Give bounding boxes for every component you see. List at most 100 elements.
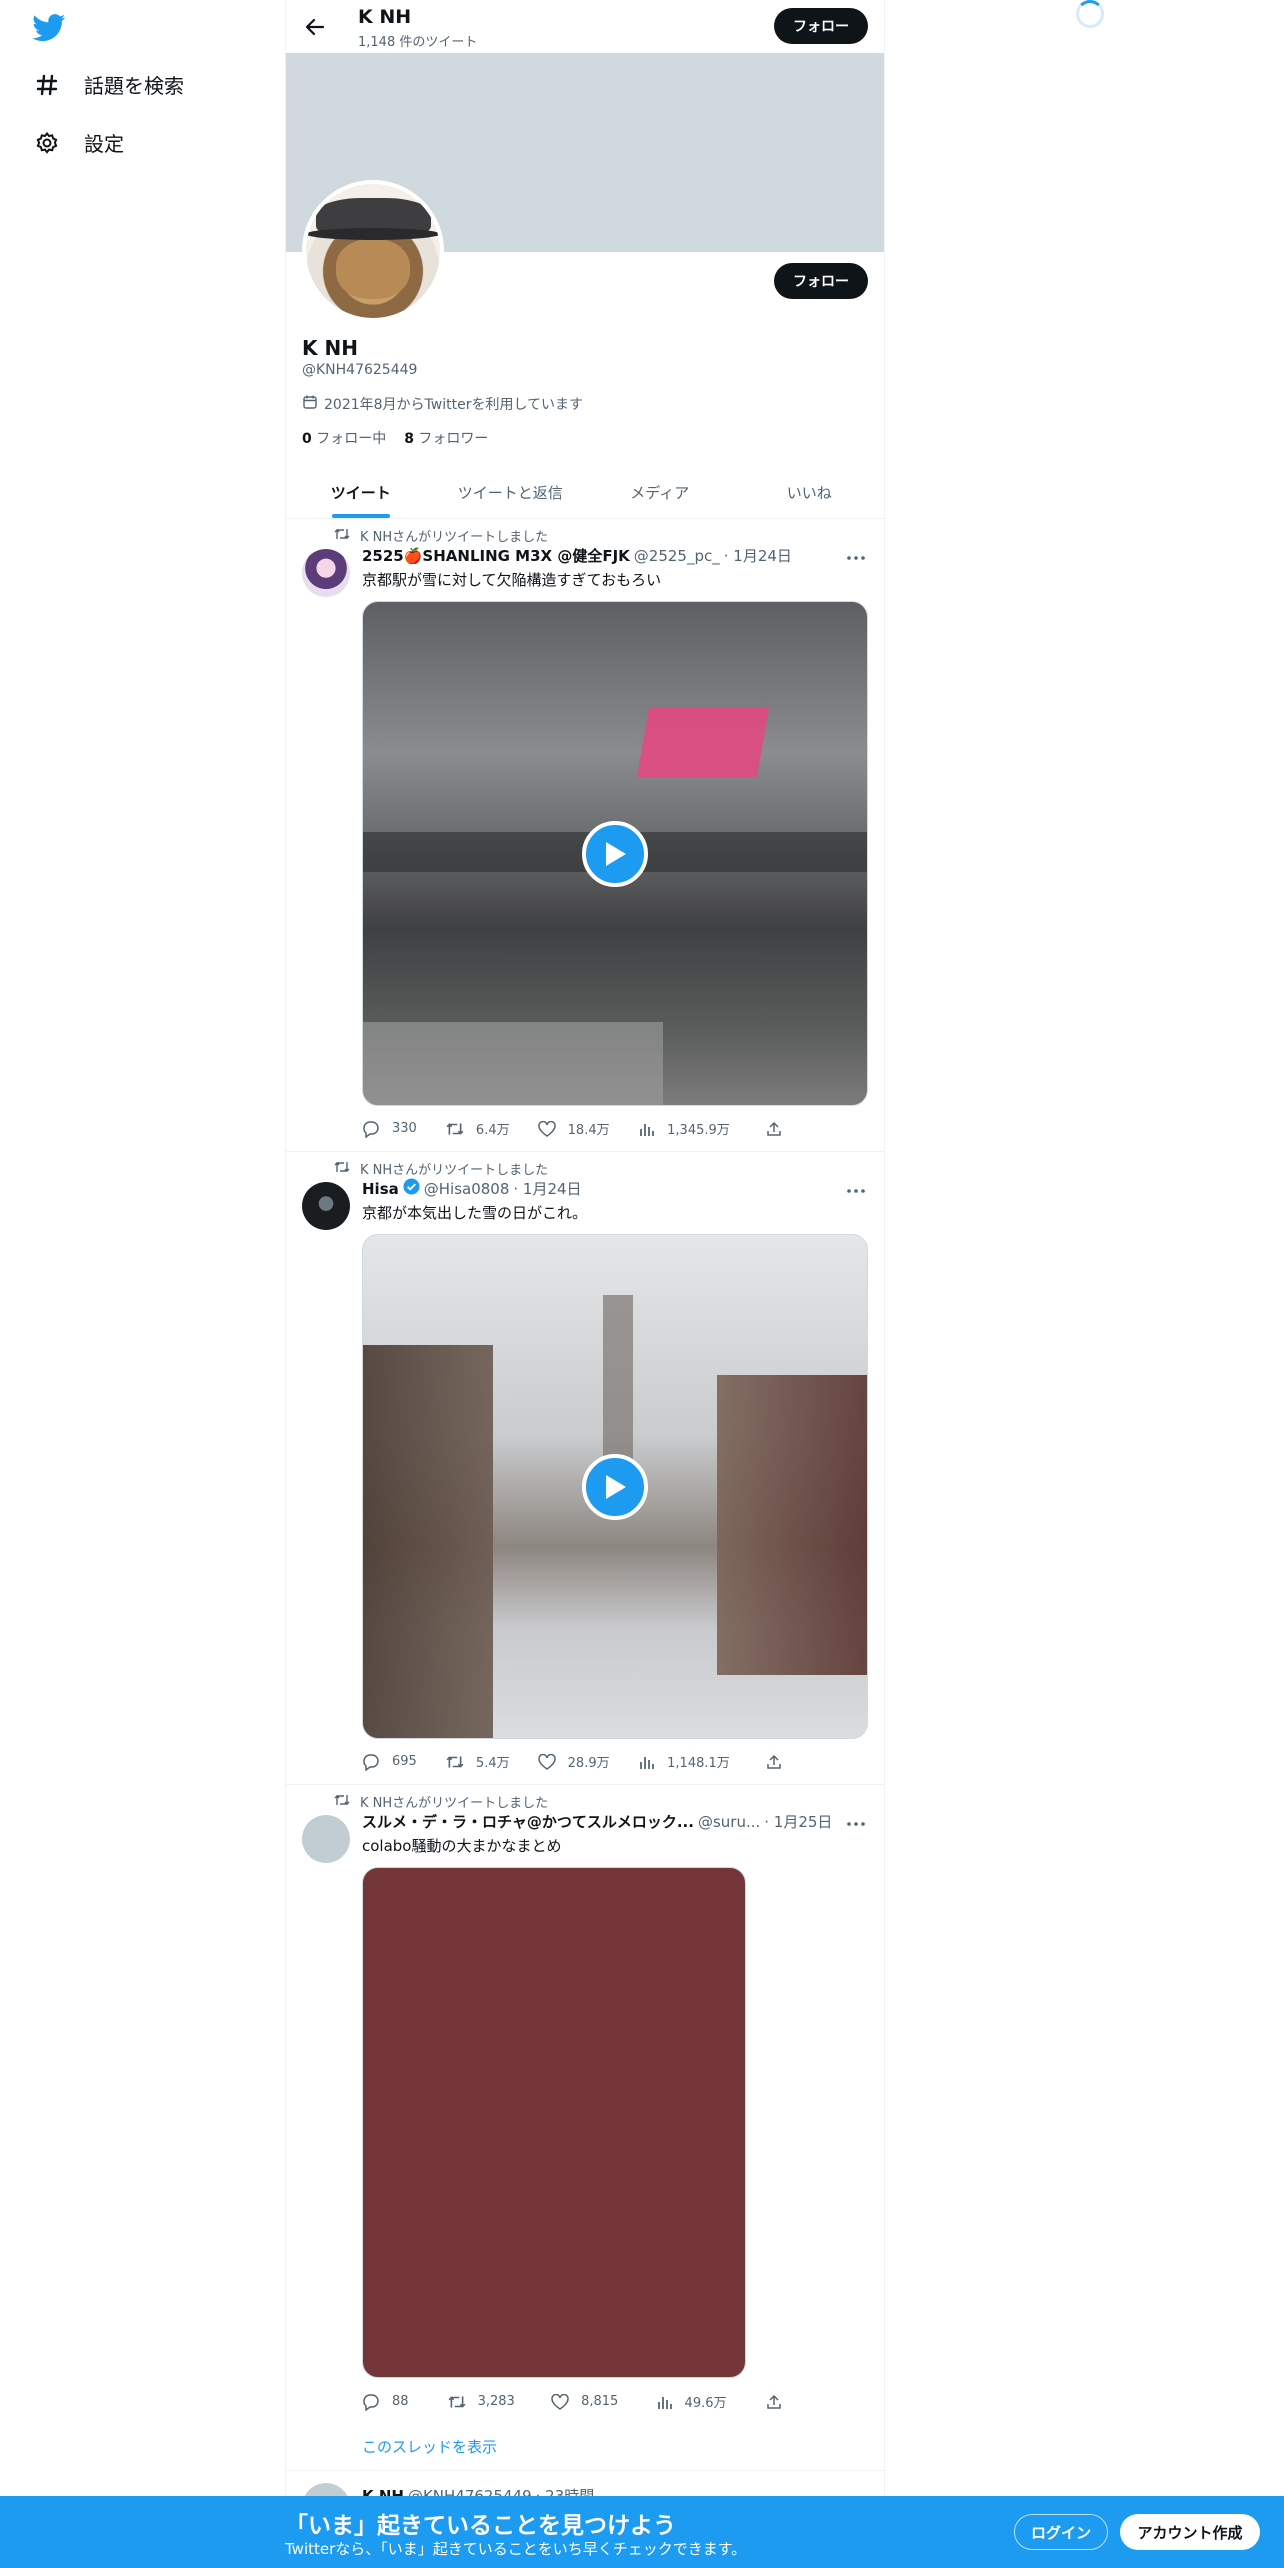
views-button[interactable]: 49.6万: [657, 2392, 766, 2411]
followers-count: 8: [404, 431, 414, 447]
reply-count: 695: [392, 1754, 417, 1769]
avatar[interactable]: [302, 1182, 350, 1230]
header-tweet-count: 1,148 件のツイート: [358, 35, 478, 50]
heart-icon: [537, 1753, 556, 1770]
like-count: 28.9万: [567, 1756, 610, 1771]
tab-tweets[interactable]: ツイート: [286, 466, 436, 518]
avatar[interactable]: [302, 549, 350, 597]
tweet-text: colabo騒動の大まかなまとめ: [362, 1837, 562, 1855]
author-handle[interactable]: @2525_pc_: [634, 547, 720, 565]
views-icon: [657, 2396, 672, 2409]
retweet-indicator: K NHさんがリツイートしました: [334, 1792, 548, 1811]
retweet-icon: [334, 1160, 350, 1178]
author-handle[interactable]: @Hisa0808: [424, 1180, 510, 1198]
play-icon[interactable]: [582, 820, 648, 887]
nav-settings-label: 設定: [84, 132, 124, 156]
tweet-date[interactable]: · 1月24日: [513, 1178, 581, 1199]
nav-explore[interactable]: 話題を検索: [34, 70, 184, 99]
header-follow-button[interactable]: フォロー: [774, 8, 868, 44]
tweet[interactable]: K NHさんがリツイートしました スルメ・デ・ラ・ロチャ@かつてスルメロック..…: [286, 1785, 884, 2471]
reply-icon: [363, 1120, 379, 1138]
views-button[interactable]: 1,148.1万: [639, 1752, 766, 1771]
video-thumbnail[interactable]: [362, 1234, 868, 1739]
retweet-indicator: K NHさんがリツイートしました: [334, 1159, 548, 1178]
author-name[interactable]: Hisa: [362, 1180, 399, 1198]
signup-button[interactable]: アカウント作成: [1120, 2514, 1260, 2550]
join-date: 2021年8月からTwitterを利用しています: [302, 394, 583, 414]
share-button[interactable]: [766, 1119, 782, 1138]
tweet[interactable]: K NHさんがリツイートしました 2525🍎SHANLING M3X @健全FJ…: [286, 519, 884, 1152]
signup-banner: 「いま」起きていることを見つけよう Twitterなら、「いま」起きていることを…: [0, 2496, 1284, 2568]
following-count: 0: [302, 431, 312, 447]
nav-explore-label: 話題を検索: [84, 74, 184, 98]
hashtag-icon: [34, 72, 60, 98]
followers-link[interactable]: 8 フォロワー: [404, 428, 488, 448]
profile-avatar[interactable]: [302, 180, 444, 322]
followers-label: フォロワー: [418, 431, 489, 447]
profile-handle: @KNH47625449: [302, 362, 418, 378]
tweet-actions: 330 6.4万 18.4万 1,345.9万: [362, 1119, 782, 1138]
share-icon: [767, 1121, 781, 1136]
author-handle[interactable]: @suru...: [698, 1813, 760, 1831]
reply-icon: [363, 1753, 379, 1771]
retweet-button[interactable]: 3,283: [448, 2392, 551, 2411]
retweet-button[interactable]: 5.4万: [446, 1752, 538, 1771]
reply-button[interactable]: 330: [362, 1119, 446, 1138]
like-button[interactable]: 28.9万: [537, 1752, 639, 1771]
join-date-text: 2021年8月からTwitterを利用しています: [324, 397, 584, 413]
avatar[interactable]: [302, 1815, 350, 1863]
more-icon[interactable]: [844, 1182, 868, 1200]
like-button[interactable]: 8,815: [551, 2392, 656, 2411]
profile-column: K NH 1,148 件のツイート フォロー フォロー K NH @KNH476…: [285, 0, 885, 2568]
follow-button[interactable]: フォロー: [774, 263, 868, 299]
following-link[interactable]: 0 フォロー中: [302, 428, 386, 448]
more-icon[interactable]: [844, 549, 868, 567]
tab-media[interactable]: メディア: [585, 466, 735, 518]
more-icon[interactable]: [844, 1815, 868, 1833]
tab-tweets-replies[interactable]: ツイートと返信: [436, 466, 586, 518]
tweet-date[interactable]: · 1月24日: [724, 545, 792, 566]
reply-button[interactable]: 695: [362, 1752, 446, 1771]
profile-tabs: ツイート ツイートと返信 メディア いいね: [286, 466, 884, 519]
retweet-button[interactable]: 6.4万: [446, 1119, 538, 1138]
follow-stats: 0 フォロー中 8 フォロワー: [302, 428, 488, 448]
nav-settings[interactable]: 設定: [34, 128, 124, 157]
banner-subtitle: Twitterなら、「いま」起きていることをいち早くチェックできます。: [285, 2540, 747, 2558]
tab-likes[interactable]: いいね: [735, 466, 885, 518]
share-button[interactable]: [766, 2392, 782, 2411]
heart-icon: [537, 1120, 556, 1137]
share-button[interactable]: [766, 1752, 782, 1771]
tweet[interactable]: K NHさんがリツイートしました Hisa @Hisa0808 · 1月24日 …: [286, 1152, 884, 1785]
retweet-count: 5.4万: [475, 1756, 510, 1771]
login-button[interactable]: ログイン: [1014, 2514, 1108, 2550]
tweet-header: スルメ・デ・ラ・ロチャ@かつてスルメロック... @suru... · 1月25…: [362, 1811, 832, 1832]
author-name[interactable]: 2525🍎SHANLING M3X @健全FJK: [362, 545, 630, 566]
share-icon: [767, 2394, 781, 2409]
play-icon[interactable]: [582, 1453, 648, 1520]
video-thumbnail[interactable]: [362, 601, 868, 1106]
image-thumbnail[interactable]: [362, 1867, 746, 2378]
retweet-count: 3,283: [477, 2394, 515, 2409]
share-icon: [767, 1754, 781, 1769]
like-count: 18.4万: [567, 1123, 610, 1138]
reply-count: 88: [392, 2394, 409, 2409]
tweet-date[interactable]: · 1月25日: [764, 1811, 832, 1832]
tweet-actions: 88 3,283 8,815 49.6万: [362, 2392, 782, 2411]
calendar-icon: [302, 394, 318, 414]
view-count: 49.6万: [684, 2396, 727, 2411]
author-name[interactable]: スルメ・デ・ラ・ロチャ@かつてスルメロック...: [362, 1811, 694, 1832]
reply-button[interactable]: 88: [362, 2392, 448, 2411]
retweet-icon: [334, 527, 350, 545]
show-thread-link[interactable]: このスレッドを表示: [362, 2436, 497, 2457]
twitter-logo-icon[interactable]: [32, 14, 66, 42]
reply-count: 330: [392, 1121, 417, 1136]
like-button[interactable]: 18.4万: [537, 1119, 639, 1138]
gear-icon: [34, 130, 60, 156]
back-arrow-icon[interactable]: [300, 12, 330, 42]
heart-icon: [551, 2393, 569, 2410]
retweet-icon: [446, 1122, 464, 1135]
profile-header-bar: K NH 1,148 件のツイート フォロー: [286, 0, 884, 53]
views-button[interactable]: 1,345.9万: [639, 1119, 766, 1138]
retweet-icon: [448, 2395, 466, 2408]
tweet-text: 京都が本気出した雪の日がこれ。: [362, 1204, 588, 1222]
